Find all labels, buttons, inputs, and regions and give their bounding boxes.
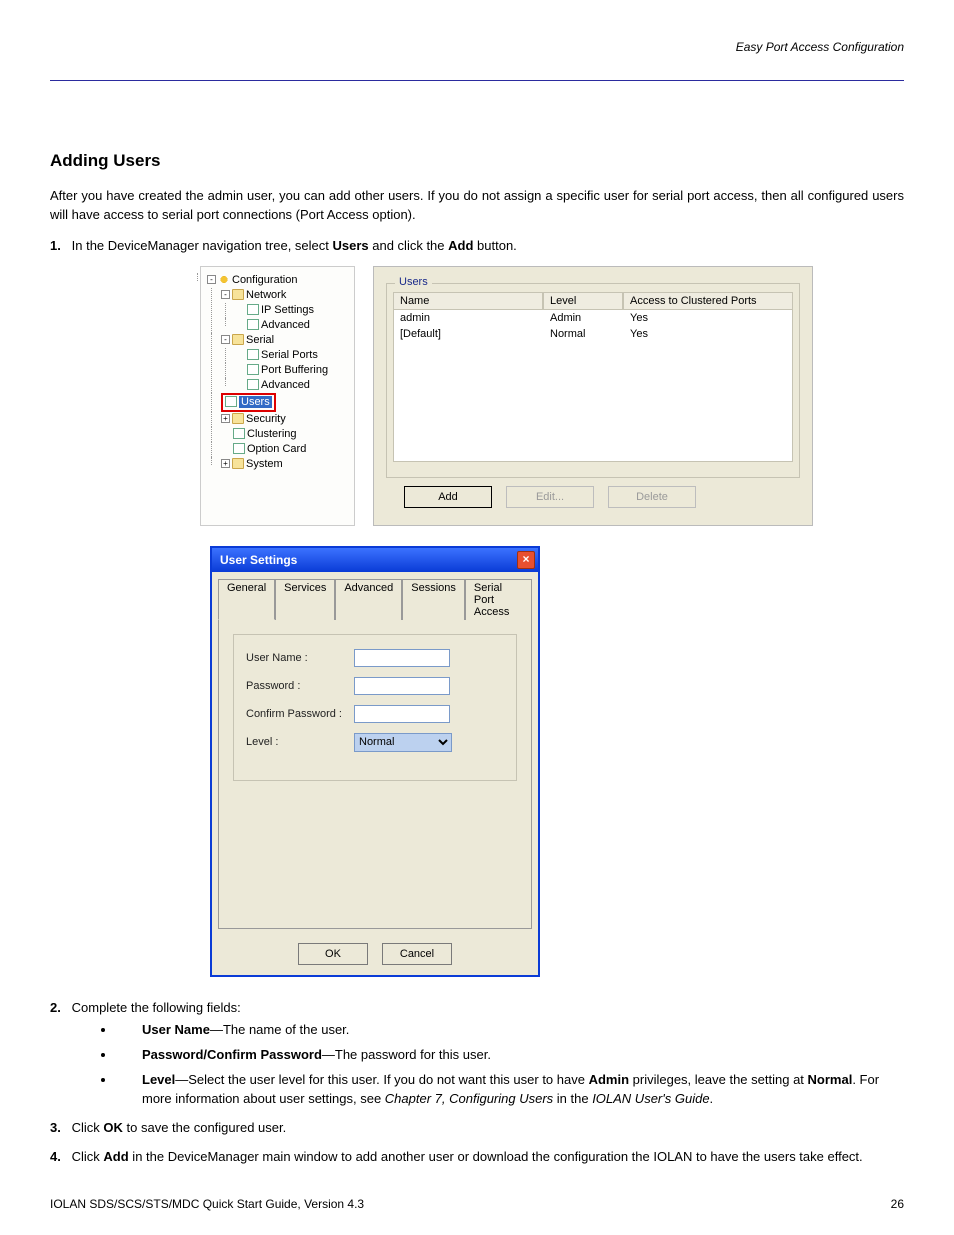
- page-icon: [247, 304, 259, 315]
- confirm-password-field[interactable]: [354, 705, 450, 723]
- users-list-panel: Users Name Level Access to Clustered Por…: [373, 266, 813, 526]
- close-icon[interactable]: ×: [517, 551, 535, 569]
- bullet-level: Level—Select the user level for this use…: [116, 1071, 904, 1109]
- tree-system[interactable]: +System: [221, 457, 350, 472]
- tree-serial[interactable]: -Serial Serial Ports Port Buffering Adva…: [221, 333, 350, 393]
- navigation-tree-panel: -Configuration -Network IP Settings Adva…: [200, 266, 355, 526]
- edit-button: Edit...: [506, 486, 594, 508]
- folder-icon: [232, 413, 244, 424]
- folder-icon: [232, 458, 244, 469]
- users-group-frame: Users Name Level Access to Clustered Por…: [386, 283, 800, 478]
- tree-root[interactable]: -Configuration -Network IP Settings Adva…: [207, 273, 350, 472]
- col-level[interactable]: Level: [543, 292, 623, 310]
- level-label: Level :: [246, 736, 354, 748]
- col-name[interactable]: Name: [393, 292, 543, 310]
- user-settings-dialog: User Settings × General Services Advance…: [210, 546, 540, 977]
- list-header: Name Level Access to Clustered Ports: [393, 292, 793, 310]
- password-field[interactable]: [354, 677, 450, 695]
- page-icon: [247, 349, 259, 360]
- tree-advanced-1[interactable]: Advanced: [235, 318, 350, 333]
- expand-icon[interactable]: +: [221, 459, 230, 468]
- gear-icon: [218, 274, 230, 285]
- bullet-username: User Name—The name of the user.: [116, 1021, 904, 1040]
- footer-page-number: 26: [891, 1197, 904, 1211]
- group-label: Users: [395, 276, 432, 288]
- tree-option-card[interactable]: Option Card: [221, 442, 350, 457]
- page-icon: [247, 364, 259, 375]
- table-row: admin Admin Yes: [394, 310, 792, 326]
- username-field[interactable]: [354, 649, 450, 667]
- tab-services[interactable]: Services: [275, 579, 335, 620]
- step-4: 4. Click Add in the DeviceManager main w…: [50, 1148, 904, 1167]
- col-access[interactable]: Access to Clustered Ports: [623, 292, 793, 310]
- collapse-icon[interactable]: -: [207, 275, 216, 284]
- step-2: 2. Complete the following fields: User N…: [50, 999, 904, 1109]
- cancel-button[interactable]: Cancel: [382, 943, 452, 965]
- bullet-password: Password/Confirm Password—The password f…: [116, 1046, 904, 1065]
- tab-advanced[interactable]: Advanced: [335, 579, 402, 620]
- table-row: [Default] Normal Yes: [394, 326, 792, 342]
- tree-users[interactable]: Users: [221, 393, 350, 412]
- collapse-icon[interactable]: -: [221, 335, 230, 344]
- tree-ip-settings[interactable]: IP Settings: [235, 303, 350, 318]
- tree-network[interactable]: -Network IP Settings Advanced: [221, 288, 350, 333]
- username-label: User Name :: [246, 652, 354, 664]
- expand-icon[interactable]: +: [221, 414, 230, 423]
- step-number: 3.: [50, 1119, 68, 1138]
- step-number: 4.: [50, 1148, 68, 1167]
- confirm-password-label: Confirm Password :: [246, 708, 354, 720]
- dialog-title: User Settings: [220, 553, 297, 567]
- tree-port-buffering[interactable]: Port Buffering: [235, 363, 350, 378]
- page-icon: [233, 443, 245, 454]
- folder-icon: [232, 289, 244, 300]
- dialog-titlebar[interactable]: User Settings ×: [212, 548, 538, 572]
- intro-paragraph: After you have created the admin user, y…: [50, 187, 904, 225]
- step-1: 1. In the DeviceManager navigation tree,…: [50, 237, 904, 256]
- page-icon: [247, 379, 259, 390]
- step-number: 1.: [50, 237, 68, 256]
- level-select[interactable]: Normal: [354, 733, 452, 752]
- tab-serial-port-access[interactable]: Serial Port Access: [465, 579, 532, 620]
- ok-button[interactable]: OK: [298, 943, 368, 965]
- tab-strip: General Services Advanced Sessions Seria…: [212, 572, 538, 619]
- tree-serial-ports[interactable]: Serial Ports: [235, 348, 350, 363]
- running-header: Easy Port Access Configuration: [50, 40, 904, 54]
- footer-guide: IOLAN SDS/SCS/STS/MDC Quick Start Guide,…: [50, 1197, 364, 1211]
- page-icon: [233, 428, 245, 439]
- collapse-icon[interactable]: -: [221, 290, 230, 299]
- tab-general[interactable]: General: [218, 579, 275, 620]
- tree-advanced-2[interactable]: Advanced: [235, 378, 350, 393]
- tree-security[interactable]: +Security: [221, 412, 350, 427]
- tree-clustering[interactable]: Clustering: [221, 427, 350, 442]
- list-body[interactable]: admin Admin Yes [Default] Normal Yes: [393, 310, 793, 462]
- page-footer: IOLAN SDS/SCS/STS/MDC Quick Start Guide,…: [50, 1197, 904, 1211]
- step-3: 3. Click OK to save the configured user.: [50, 1119, 904, 1138]
- password-label: Password :: [246, 680, 354, 692]
- header-rule: [50, 80, 904, 81]
- delete-button: Delete: [608, 486, 696, 508]
- section-title: Adding Users: [50, 151, 904, 171]
- tab-page-general: User Name : Password : Confirm Password …: [218, 619, 532, 929]
- page-icon: [225, 396, 237, 407]
- add-button[interactable]: Add: [404, 486, 492, 508]
- screenshot-row-1: -Configuration -Network IP Settings Adva…: [200, 266, 904, 526]
- page-icon: [247, 319, 259, 330]
- tab-sessions[interactable]: Sessions: [402, 579, 465, 620]
- folder-icon: [232, 334, 244, 345]
- step-number: 2.: [50, 999, 68, 1018]
